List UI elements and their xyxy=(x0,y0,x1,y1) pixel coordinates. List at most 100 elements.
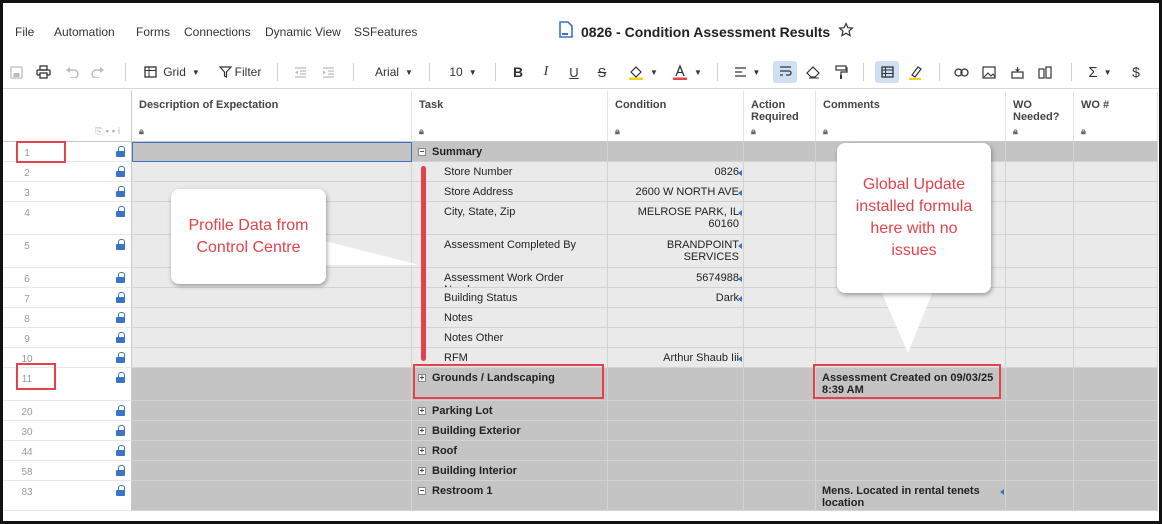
action-required-cell[interactable] xyxy=(744,268,816,288)
action-required-cell[interactable] xyxy=(744,368,816,401)
action-required-cell[interactable] xyxy=(744,401,816,421)
wo-number-cell[interactable] xyxy=(1074,461,1158,481)
action-required-cell[interactable] xyxy=(744,142,816,162)
comments-cell[interactable] xyxy=(816,441,1006,461)
image-icon[interactable] xyxy=(979,61,999,83)
task-cell[interactable]: + Building Exterior xyxy=(412,421,608,441)
insert-row-icon[interactable] xyxy=(1007,61,1027,83)
condition-cell[interactable]: 5674988 xyxy=(608,268,744,288)
row-number-cell[interactable]: 44 xyxy=(3,441,132,461)
bold-icon[interactable]: B xyxy=(509,61,527,83)
fill-color-icon[interactable]: ▼ xyxy=(625,61,661,83)
wo-needed-cell[interactable] xyxy=(1006,481,1074,511)
expand-icon[interactable]: + xyxy=(418,427,426,435)
action-required-cell[interactable] xyxy=(744,441,816,461)
wo-number-cell[interactable] xyxy=(1074,268,1158,288)
row-number-cell[interactable]: 7 xyxy=(3,288,132,308)
grid-view-icon[interactable] xyxy=(875,61,899,83)
wo-needed-cell[interactable] xyxy=(1006,441,1074,461)
italic-icon[interactable]: I xyxy=(537,61,555,83)
condition-cell[interactable]: BRANDPOINT SERVICES xyxy=(608,235,744,268)
star-icon[interactable] xyxy=(838,21,855,43)
comments-cell[interactable] xyxy=(816,308,1006,328)
column-header[interactable]: Condition 🔒︎ xyxy=(608,91,744,142)
strikethrough-icon[interactable]: S xyxy=(593,61,611,83)
menu-automation[interactable]: Automation xyxy=(54,25,115,39)
sum-icon[interactable]: Σ ▼ xyxy=(1083,61,1117,83)
wo-number-cell[interactable] xyxy=(1074,182,1158,202)
action-required-cell[interactable] xyxy=(744,348,816,368)
table-row[interactable]: 83 − Restroom 1 Mens. Located in rental ten… xyxy=(3,481,1159,511)
column-header[interactable]: WO # 🔒︎ xyxy=(1074,91,1158,142)
wrap-text-icon[interactable] xyxy=(773,61,797,83)
wo-needed-cell[interactable] xyxy=(1006,401,1074,421)
table-row[interactable]: 20 + Parking Lot xyxy=(3,401,1159,421)
currency-icon[interactable]: $ xyxy=(1127,61,1145,83)
description-cell[interactable] xyxy=(132,308,412,328)
wo-needed-cell[interactable] xyxy=(1006,268,1074,288)
description-cell[interactable] xyxy=(132,368,412,401)
text-color-icon[interactable]: ▼ xyxy=(669,61,705,83)
menu-file[interactable]: File xyxy=(15,25,34,39)
outdent-icon[interactable] xyxy=(291,61,309,83)
condition-cell[interactable]: Arthur Shaub Iii xyxy=(608,348,744,368)
row-number-cell[interactable]: 3 xyxy=(3,182,132,202)
indent-icon[interactable] xyxy=(319,61,337,83)
action-required-cell[interactable] xyxy=(744,162,816,182)
description-cell[interactable] xyxy=(132,461,412,481)
column-header[interactable]: WO Needed? 🔒︎ xyxy=(1006,91,1074,142)
wo-number-cell[interactable] xyxy=(1074,441,1158,461)
row-number-cell[interactable]: 20 xyxy=(3,401,132,421)
expand-icon[interactable]: + xyxy=(418,447,426,455)
action-required-cell[interactable] xyxy=(744,202,816,235)
table-row[interactable]: 58 + Building Interior xyxy=(3,461,1159,481)
save-icon[interactable] xyxy=(7,61,25,83)
wo-needed-cell[interactable] xyxy=(1006,235,1074,268)
wo-number-cell[interactable] xyxy=(1074,368,1158,401)
column-header[interactable]: Comments 🔒︎ xyxy=(816,91,1006,142)
task-cell[interactable]: − Summary xyxy=(412,142,608,162)
task-cell[interactable]: − Restroom 1 xyxy=(412,481,608,511)
filter-button[interactable]: Filter xyxy=(215,61,265,83)
task-cell[interactable]: + Roof xyxy=(412,441,608,461)
description-cell[interactable] xyxy=(132,348,412,368)
highlight-icon[interactable] xyxy=(905,61,925,83)
undo-icon[interactable] xyxy=(63,61,81,83)
description-cell[interactable] xyxy=(132,288,412,308)
condition-cell[interactable] xyxy=(608,142,744,162)
condition-cell[interactable] xyxy=(608,368,744,401)
wo-needed-cell[interactable] xyxy=(1006,368,1074,401)
expand-icon[interactable]: + xyxy=(418,467,426,475)
task-cell[interactable]: Assessment Work Order Number xyxy=(412,268,608,288)
wo-needed-cell[interactable] xyxy=(1006,328,1074,348)
action-required-cell[interactable] xyxy=(744,481,816,511)
align-icon[interactable]: ▼ xyxy=(729,61,765,83)
wo-needed-cell[interactable] xyxy=(1006,308,1074,328)
wo-needed-cell[interactable] xyxy=(1006,288,1074,308)
menu-connections[interactable]: Connections xyxy=(184,25,251,39)
link-icon[interactable] xyxy=(951,61,971,83)
task-cell[interactable]: Store Address xyxy=(412,182,608,202)
font-family-select[interactable]: Arial ▼ xyxy=(369,61,419,83)
wo-number-cell[interactable] xyxy=(1074,288,1158,308)
collapse-icon[interactable]: − xyxy=(418,487,426,495)
action-required-cell[interactable] xyxy=(744,308,816,328)
action-required-cell[interactable] xyxy=(744,461,816,481)
wo-number-cell[interactable] xyxy=(1074,142,1158,162)
task-cell[interactable]: City, State, Zip xyxy=(412,202,608,235)
print-icon[interactable] xyxy=(33,61,53,83)
wo-number-cell[interactable] xyxy=(1074,348,1158,368)
format-painter-icon[interactable] xyxy=(831,61,851,83)
comments-cell[interactable] xyxy=(816,328,1006,348)
wo-needed-cell[interactable] xyxy=(1006,182,1074,202)
menu-dynamic-view[interactable]: Dynamic View xyxy=(265,25,341,39)
view-selector[interactable]: Grid ▼ xyxy=(139,61,205,83)
eraser-icon[interactable] xyxy=(803,61,823,83)
wo-number-cell[interactable] xyxy=(1074,235,1158,268)
redo-icon[interactable] xyxy=(89,61,107,83)
wo-number-cell[interactable] xyxy=(1074,401,1158,421)
description-cell[interactable] xyxy=(132,401,412,421)
description-cell[interactable] xyxy=(132,441,412,461)
condition-cell[interactable] xyxy=(608,421,744,441)
description-cell[interactable] xyxy=(132,328,412,348)
